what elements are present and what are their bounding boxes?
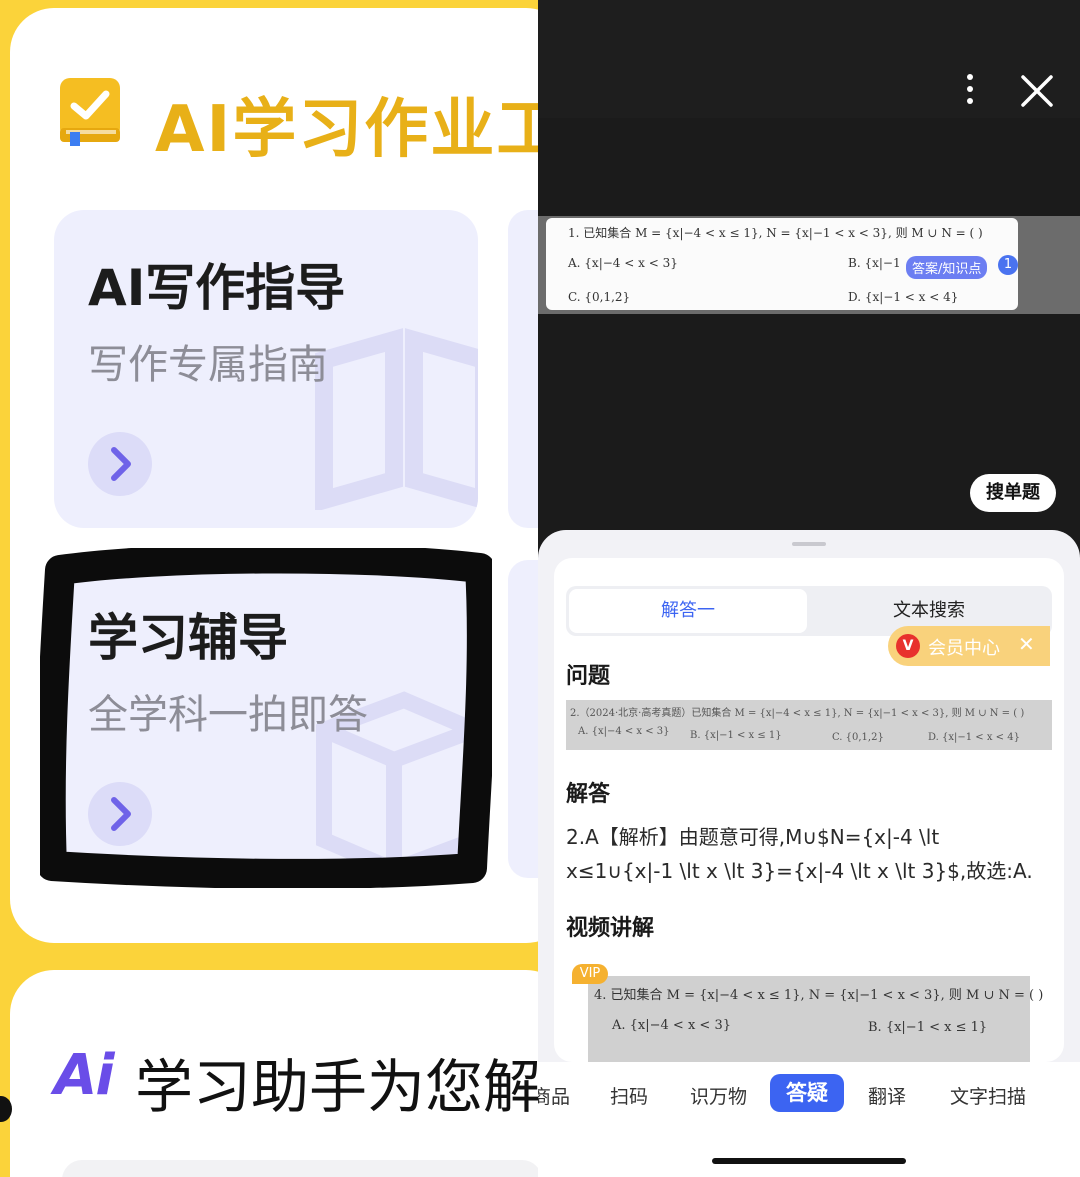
option-a: A. {x|−4 < x < 3} xyxy=(578,726,670,737)
hand-drawn-highlight-box xyxy=(40,548,492,888)
option-a: A. {x|−4 < x < 3} xyxy=(568,256,678,270)
card-title: AI写作指导 xyxy=(88,259,346,317)
sheet-drag-handle[interactable] xyxy=(792,542,826,546)
close-icon[interactable] xyxy=(1020,74,1054,108)
assistant-banner-text: 学习助手为您解 xyxy=(135,1053,538,1121)
question-line: 4. 已知集合 M = {x|−4 < x ≤ 1}, N = {x|−1 < … xyxy=(594,988,1044,1003)
captured-question-photo[interactable]: 1. 已知集合 M = {x|−4 < x ≤ 1}, N = {x|−1 < … xyxy=(546,218,1018,310)
nav-item-scan-code[interactable]: 扫码 xyxy=(610,1082,648,1109)
answer-heading: 解答 xyxy=(566,782,611,807)
card-subtitle: 写作专属指南 xyxy=(88,342,328,388)
ai-logo-icon: Ai xyxy=(54,1043,115,1108)
next-card-peek xyxy=(508,210,538,528)
answer-explanation: 2.A【解析】由题意可得,M∪$N={x|-4 \lt x≤1∪{x|-1 \l… xyxy=(566,825,1033,883)
more-vertical-icon[interactable] xyxy=(960,74,980,114)
answer-count-badge: 1 xyxy=(998,255,1018,275)
next-card-peek xyxy=(508,560,538,878)
option-a: A. {x|−4 < x < 3} xyxy=(612,1018,731,1033)
question-image[interactable]: 2.（2024·北京·高考真题）已知集合 M = {x|−4 < x ≤ 1},… xyxy=(566,700,1052,750)
nav-item-text-scan[interactable]: 文字扫描 xyxy=(950,1082,1026,1109)
writing-guide-card[interactable]: AI写作指导 写作专属指南 xyxy=(54,210,478,528)
nav-item-translate[interactable]: 翻译 xyxy=(868,1082,906,1109)
video-heading: 视频讲解 xyxy=(566,916,655,941)
book-watermark-icon xyxy=(315,328,478,510)
homework-book-icon xyxy=(60,78,120,146)
vip-v-icon: V xyxy=(896,634,920,658)
nav-item-answer[interactable]: 答疑 xyxy=(770,1074,844,1112)
home-indicator xyxy=(712,1158,906,1164)
nav-item-products[interactable]: 商品 xyxy=(538,1082,570,1109)
bottom-card-peek xyxy=(62,1160,538,1177)
member-center-label: 会员中心 xyxy=(928,638,1000,659)
option-c: C. {0,1,2} xyxy=(568,290,631,304)
option-d: D. {x|−1 < x < 4} xyxy=(928,732,1020,743)
scan-answer-panel: 1. 已知集合 M = {x|−4 < x ≤ 1}, N = {x|−1 < … xyxy=(538,0,1080,1177)
close-icon[interactable]: ✕ xyxy=(1018,632,1035,656)
option-b: B. {x|−1 < x ≤ 1} xyxy=(868,1020,988,1035)
option-b: B. {x|−1 xyxy=(848,256,901,270)
tab-answer-one[interactable]: 解答一 xyxy=(569,589,807,633)
option-d: D. {x|−1 < x < 4} xyxy=(848,290,959,304)
question-line: 2.（2024·北京·高考真题）已知集合 M = {x|−4 < x ≤ 1},… xyxy=(570,708,1025,719)
left-app-panel: AI学习作业工 AI写作指导 写作专属指南 学习辅导 全学科一拍即答 Ai 学习… xyxy=(0,0,538,1177)
app-title: AI学习作业工 xyxy=(155,93,538,167)
member-center-pill[interactable]: V 会员中心 ✕ xyxy=(888,626,1050,666)
search-single-question-button[interactable]: 搜单题 xyxy=(970,474,1056,512)
option-b: B. {x|−1 < x ≤ 1} xyxy=(690,730,782,741)
top-bar xyxy=(538,0,1080,118)
vip-badge: VIP xyxy=(572,964,608,984)
bottom-mode-nav: 商品 扫码 识万物 答疑 翻译 文字扫描 xyxy=(538,1062,1080,1177)
chevron-right-icon[interactable] xyxy=(88,432,152,496)
question-line: 1. 已知集合 M = {x|−4 < x ≤ 1}, N = {x|−1 < … xyxy=(568,226,983,240)
nav-item-identify[interactable]: 识万物 xyxy=(690,1082,747,1109)
video-explanation-thumbnail[interactable]: 4. 已知集合 M = {x|−4 < x ≤ 1}, N = {x|−1 < … xyxy=(588,976,1043,1062)
question-heading: 问题 xyxy=(566,664,611,689)
option-c: C. {0,1,2} xyxy=(832,732,884,743)
answer-knowledge-tag[interactable]: 答案/知识点 xyxy=(906,256,988,279)
